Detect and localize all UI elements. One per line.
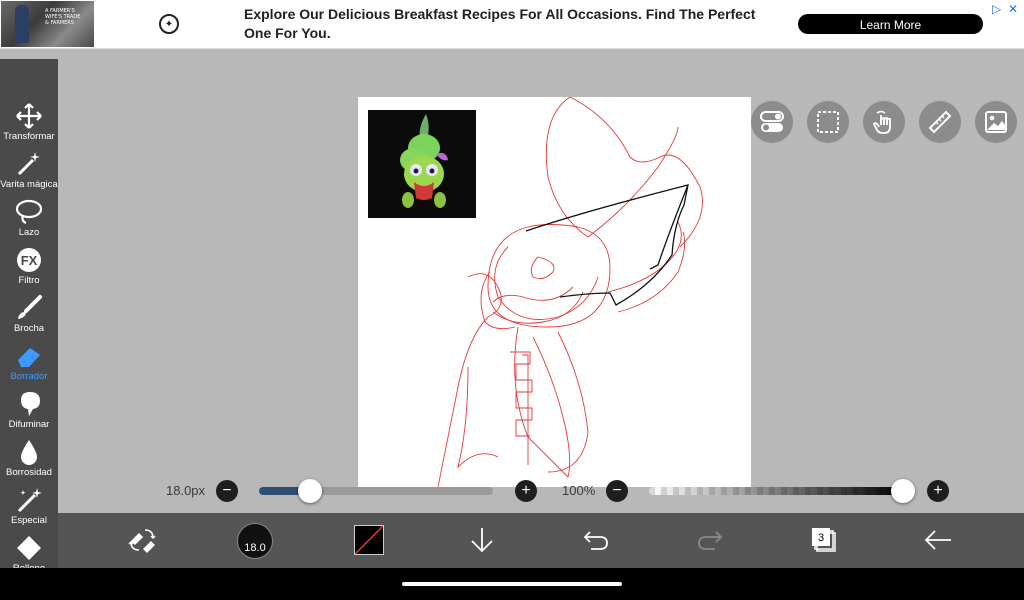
tool-label: Especial bbox=[11, 515, 47, 526]
tool-label: Brocha bbox=[13, 323, 45, 334]
brush-size-icon[interactable]: 18.0 bbox=[237, 523, 273, 559]
tool-transform[interactable]: Transformar bbox=[0, 100, 58, 148]
undo-icon[interactable] bbox=[578, 522, 614, 558]
layers-count: 3 bbox=[818, 532, 824, 544]
ad-banner[interactable]: A FARMER'S WIFE'S TRADE & FARMERS ✦ Expl… bbox=[0, 0, 1024, 49]
ad-headline[interactable]: Explore Our Delicious Breakfast Recipes … bbox=[244, 5, 774, 43]
left-toolbar: Transformar Varita mágica Lazo FX Filtro… bbox=[0, 59, 58, 574]
tool-smudge[interactable]: Difuminar bbox=[0, 388, 58, 436]
system-navigation-bar bbox=[0, 568, 1024, 600]
tool-magic-wand[interactable]: Varita mágica bbox=[0, 148, 58, 196]
move-arrows-icon bbox=[15, 102, 43, 130]
svg-text:FX: FX bbox=[21, 253, 38, 268]
image-icon[interactable] bbox=[975, 101, 1017, 143]
toggle-icon[interactable] bbox=[751, 101, 793, 143]
touch-icon[interactable] bbox=[863, 101, 905, 143]
opacity-decrease-button[interactable]: − bbox=[606, 480, 628, 502]
brush-size-slider[interactable] bbox=[259, 479, 493, 503]
ad-thumb-text: A FARMER'S WIFE'S TRADE & FARMERS bbox=[45, 8, 81, 26]
brush-size-label: 18.0px bbox=[166, 483, 206, 498]
tool-label: Borrador bbox=[10, 371, 48, 382]
opacity-label: 100% bbox=[562, 483, 596, 498]
learn-more-button[interactable]: Learn More bbox=[798, 14, 983, 34]
opacity-knob[interactable] bbox=[891, 479, 915, 503]
tool-label: Borrosidad bbox=[6, 467, 52, 478]
sketch-strokes bbox=[437, 97, 703, 487]
slider-row: 18.0px − + 100% − + bbox=[58, 474, 1024, 506]
eraser-icon bbox=[15, 342, 43, 370]
brand-logo-icon[interactable]: ✦ bbox=[159, 14, 179, 34]
brush-size-knob[interactable] bbox=[298, 479, 322, 503]
ruler-icon[interactable] bbox=[919, 101, 961, 143]
magic-wand-icon bbox=[15, 150, 43, 178]
swap-tool-icon[interactable] bbox=[124, 522, 160, 558]
tool-label: Lazo bbox=[18, 227, 40, 238]
brush-icon bbox=[15, 294, 43, 322]
close-icon[interactable]: ✕ bbox=[1008, 2, 1020, 16]
special-sparkle-icon bbox=[15, 486, 43, 514]
blur-drop-icon bbox=[15, 438, 43, 466]
opacity-increase-button[interactable]: + bbox=[927, 480, 949, 502]
tool-blur[interactable]: Borrosidad bbox=[0, 436, 58, 484]
lasso-icon bbox=[15, 198, 43, 226]
tool-eraser[interactable]: Borrador bbox=[0, 340, 58, 388]
drawing-canvas[interactable] bbox=[358, 97, 751, 487]
tool-lasso[interactable]: Lazo bbox=[0, 196, 58, 244]
tool-label: Filtro bbox=[18, 275, 40, 286]
ad-person-figure bbox=[15, 5, 29, 43]
tool-brush[interactable]: Brocha bbox=[0, 292, 58, 340]
ad-thumbnail[interactable]: A FARMER'S WIFE'S TRADE & FARMERS bbox=[1, 1, 94, 47]
smudge-icon bbox=[15, 390, 43, 418]
drawing-app: Transformar Varita mágica Lazo FX Filtro… bbox=[0, 49, 1024, 574]
redo-icon[interactable] bbox=[692, 522, 728, 558]
adchoices-icon[interactable]: ▷ bbox=[992, 2, 1006, 16]
home-gesture-bar[interactable] bbox=[402, 582, 622, 586]
layers-icon[interactable]: 3 bbox=[806, 522, 842, 558]
download-icon[interactable] bbox=[464, 522, 500, 558]
color-icon[interactable] bbox=[354, 525, 384, 555]
tool-special[interactable]: Especial bbox=[0, 484, 58, 532]
tool-label: Transformar bbox=[3, 131, 55, 142]
back-icon[interactable] bbox=[920, 522, 956, 558]
selection-icon[interactable] bbox=[807, 101, 849, 143]
tool-label: Varita mágica bbox=[0, 179, 58, 190]
opacity-fill bbox=[649, 487, 903, 495]
opacity-slider[interactable] bbox=[649, 479, 915, 503]
fx-filter-icon: FX bbox=[15, 246, 43, 274]
size-increase-button[interactable]: + bbox=[515, 480, 537, 502]
tool-label: Difuminar bbox=[8, 419, 50, 430]
bottom-toolbar: 18.0 3 bbox=[58, 513, 1024, 568]
tool-filter[interactable]: FX Filtro bbox=[0, 244, 58, 292]
size-decrease-button[interactable]: − bbox=[216, 480, 238, 502]
fill-bucket-icon bbox=[15, 534, 43, 562]
